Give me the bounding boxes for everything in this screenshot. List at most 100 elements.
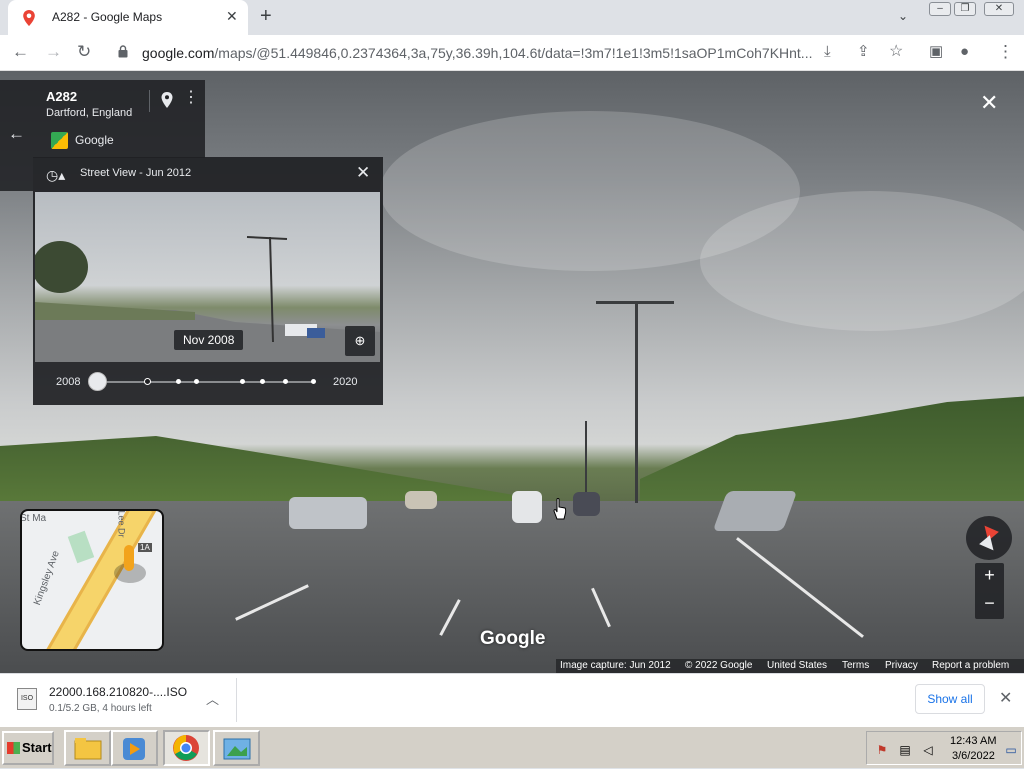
browser-menu-icon[interactable]: ⋮ bbox=[997, 42, 1014, 62]
place-subtitle: Dartford, England bbox=[46, 107, 133, 119]
browser-toolbar: ← → ↻ google.com/maps/@51.449846,0.23743… bbox=[0, 35, 1024, 71]
download-status: 0.1/5.2 GB, 4 hours left bbox=[49, 703, 152, 714]
close-shelf-icon[interactable]: ✕ bbox=[999, 688, 1012, 708]
system-tray: ⚑ ▤ ◁ 12:43 AM 3/6/2022 ▭ bbox=[866, 731, 1022, 765]
timeline-dot[interactable] bbox=[194, 379, 199, 384]
sky-cloud bbox=[700, 191, 1024, 331]
street-lamp bbox=[635, 303, 638, 503]
compass-icon[interactable] bbox=[966, 516, 1012, 560]
close-time-travel-icon[interactable]: ✕ bbox=[356, 163, 370, 183]
clock-time[interactable]: 12:43 AM bbox=[950, 735, 996, 747]
tab-title: A282 - Google Maps bbox=[52, 10, 163, 24]
time-travel-panel: ◷▴ Street View - Jun 2012 ✕ Nov 2008 ⊕ 2… bbox=[33, 157, 383, 405]
minimize-button[interactable]: – bbox=[929, 2, 951, 16]
chevron-up-icon[interactable]: ︿ bbox=[206, 689, 219, 708]
divider bbox=[236, 678, 237, 722]
clock-date[interactable]: 3/6/2022 bbox=[952, 750, 995, 762]
timeline-dot[interactable] bbox=[260, 379, 265, 384]
tab-search-chevron-icon[interactable]: ⌄ bbox=[898, 9, 908, 23]
timeline-dot[interactable] bbox=[144, 378, 151, 385]
more-options-icon[interactable]: ⋮ bbox=[183, 90, 199, 106]
media-player-taskbar-button[interactable] bbox=[111, 730, 158, 766]
end-year-label: 2020 bbox=[333, 376, 358, 388]
minimap-street-label: Kingsley Ave bbox=[32, 549, 62, 607]
start-button[interactable]: Start bbox=[2, 731, 54, 765]
window-close-button[interactable]: ✕ bbox=[984, 2, 1014, 16]
timeline-slider-handle[interactable] bbox=[88, 372, 107, 391]
exit-street-view-close-icon[interactable]: ✕ bbox=[980, 92, 998, 114]
zoom-control: + − bbox=[975, 563, 1004, 619]
lock-icon[interactable] bbox=[118, 45, 128, 58]
forward-arrow-icon[interactable]: → bbox=[45, 42, 62, 62]
time-travel-header: Street View - Jun 2012 bbox=[80, 167, 192, 179]
google-watermark: Google bbox=[480, 628, 546, 649]
tab-strip: A282 - Google Maps ✕ + ⌄ – ❐ ✕ bbox=[0, 0, 1024, 35]
timeline-dot[interactable] bbox=[176, 379, 181, 384]
back-panel[interactable]: ← bbox=[0, 80, 33, 191]
start-year-label: 2008 bbox=[56, 376, 81, 388]
place-title: A282 bbox=[46, 89, 78, 104]
install-app-icon[interactable]: ⤓ bbox=[824, 42, 831, 62]
tab-close-icon[interactable]: ✕ bbox=[226, 8, 238, 25]
country-link[interactable]: United States bbox=[767, 660, 827, 671]
address-bar[interactable]: google.com/maps/@51.449846,0.2374364,3a,… bbox=[104, 38, 918, 68]
profile-avatar-icon[interactable]: ● bbox=[960, 42, 969, 62]
car bbox=[512, 491, 542, 523]
show-desktop-icon[interactable]: ▭ bbox=[1004, 743, 1018, 757]
divider bbox=[149, 90, 150, 112]
timeline-dot[interactable] bbox=[283, 379, 288, 384]
hand-cursor-icon bbox=[553, 498, 567, 520]
windows-logo-icon bbox=[7, 742, 20, 754]
side-panel-icon[interactable]: ▣ bbox=[929, 42, 943, 62]
place-info-card: A282 Dartford, England ⋮ Google bbox=[33, 80, 205, 158]
chrome-taskbar-button[interactable] bbox=[163, 730, 210, 766]
download-shelf: ISO 22000.168.210820-....ISO 0.1/5.2 GB,… bbox=[0, 673, 1024, 725]
street-lamp-arm bbox=[596, 301, 674, 304]
minimap-street-label: Lee Dr bbox=[116, 510, 127, 538]
zoom-out-button[interactable]: − bbox=[975, 593, 1004, 614]
terms-link[interactable]: Terms bbox=[842, 660, 869, 671]
car bbox=[405, 491, 437, 509]
flag-alert-icon[interactable]: ⚑ bbox=[875, 743, 889, 757]
iso-file-icon: ISO bbox=[17, 688, 37, 710]
reload-icon[interactable]: ↻ bbox=[77, 42, 91, 62]
new-tab-button[interactable]: + bbox=[260, 5, 272, 27]
bookmark-star-icon[interactable]: ☆ bbox=[889, 42, 903, 62]
street-lamp bbox=[585, 421, 587, 501]
back-arrow-icon[interactable]: ← bbox=[12, 42, 29, 62]
overview-minimap[interactable]: St Ma Kingsley Ave Lee Dr 1A bbox=[20, 509, 164, 651]
timeline-dot[interactable] bbox=[311, 379, 316, 384]
history-clock-icon[interactable]: ◷▴ bbox=[46, 167, 65, 184]
park-area bbox=[67, 530, 95, 564]
start-label: Start bbox=[22, 740, 52, 755]
copyright-text: © 2022 Google bbox=[685, 660, 753, 671]
file-explorer-taskbar-button[interactable] bbox=[64, 730, 111, 766]
google-maps-logo-icon bbox=[51, 132, 68, 149]
browser-tab[interactable]: A282 - Google Maps ✕ bbox=[8, 0, 248, 35]
zoom-in-magnifier-icon[interactable]: ⊕ bbox=[345, 326, 375, 356]
image-viewer-taskbar-button[interactable] bbox=[213, 730, 260, 766]
zoom-in-button[interactable]: + bbox=[975, 565, 1004, 586]
map-pin-icon[interactable] bbox=[161, 92, 173, 108]
image-viewer-icon bbox=[223, 738, 251, 760]
minimap-street-label: St Ma bbox=[20, 513, 47, 524]
car bbox=[289, 497, 367, 529]
show-all-button[interactable]: Show all bbox=[915, 684, 985, 714]
restore-button[interactable]: ❐ bbox=[954, 2, 976, 16]
car bbox=[573, 492, 600, 516]
url-path: /maps/@51.449846,0.2374364,3a,75y,36.39h… bbox=[214, 45, 813, 61]
network-icon[interactable]: ▤ bbox=[898, 743, 912, 757]
url-text[interactable]: google.com/maps/@51.449846,0.2374364,3a,… bbox=[142, 45, 822, 61]
back-arrow-icon[interactable]: ← bbox=[8, 124, 25, 144]
download-file-name[interactable]: 22000.168.210820-....ISO bbox=[49, 685, 187, 699]
volume-muted-icon[interactable]: ◁ bbox=[921, 743, 935, 757]
report-problem-link[interactable]: Report a problem bbox=[932, 660, 1009, 671]
timeline-dot[interactable] bbox=[240, 379, 245, 384]
windows-taskbar: Start ⚑ ▤ ◁ 12:43 AM 3/6/2022 ▭ bbox=[0, 725, 1024, 768]
historic-thumbnail[interactable]: Nov 2008 ⊕ bbox=[35, 192, 380, 362]
thumbnail-date: Nov 2008 bbox=[174, 330, 244, 350]
attribution-bar: Image capture: Jun 2012 © 2022 Google Un… bbox=[556, 659, 1024, 673]
share-icon[interactable]: ⇪ bbox=[857, 42, 870, 62]
privacy-link[interactable]: Privacy bbox=[885, 660, 918, 671]
pegman-icon[interactable] bbox=[124, 545, 134, 571]
